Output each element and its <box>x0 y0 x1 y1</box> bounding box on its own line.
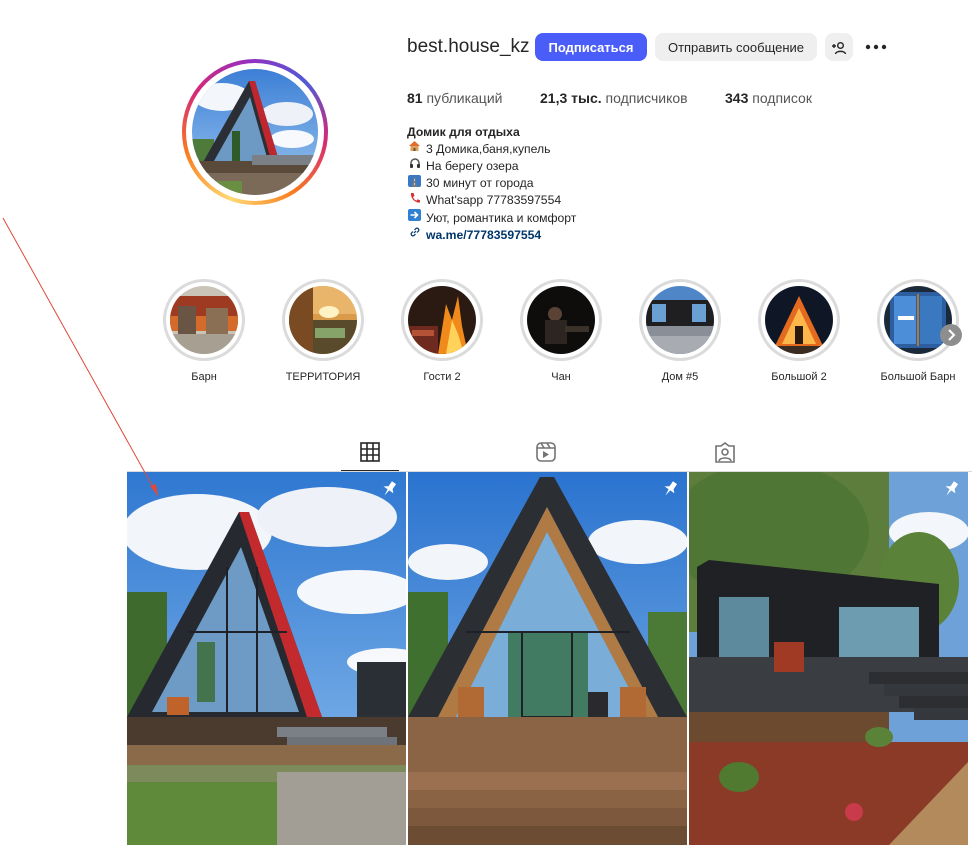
highlight-ring-inner <box>523 282 599 358</box>
phone-icon <box>407 192 422 209</box>
avatar-border <box>186 63 324 201</box>
follow-button[interactable]: Подписаться <box>535 33 647 61</box>
pin-icon <box>383 481 397 496</box>
headphones-icon <box>407 157 422 174</box>
pin-icon <box>664 481 678 496</box>
highlight-ring-inner <box>880 282 956 358</box>
highlight-ring <box>877 279 959 361</box>
profile-username: best.house_kz <box>407 36 530 57</box>
tagged-icon <box>715 442 735 463</box>
avatar-image <box>192 69 318 195</box>
highlight-ring <box>282 279 364 361</box>
highlight-label: Барн <box>191 371 217 383</box>
highlight-item[interactable]: Гости 2 <box>400 279 484 383</box>
highlight-thumbnail <box>408 286 476 354</box>
bio-line-text: Уют, романтика и комфорт <box>426 210 577 225</box>
post-image <box>127 472 406 845</box>
bio-line-text: 3 Домика,баня,купель <box>426 141 551 156</box>
highlight-ring-inner <box>642 282 718 358</box>
grid-icon <box>360 442 380 462</box>
highlight-label: ТЕРРИТОРИЯ <box>285 371 361 383</box>
suggest-accounts-button[interactable] <box>825 33 853 61</box>
post-tile[interactable] <box>408 472 687 845</box>
highlight-label: Дом #5 <box>661 371 699 383</box>
tab-tagged[interactable] <box>697 440 753 470</box>
highlight-label: Большой 2 <box>771 371 827 383</box>
bio-line-text: На берегу озера <box>426 158 519 173</box>
posts-count-label: публикаций <box>426 90 503 106</box>
highlight-ring <box>520 279 602 361</box>
bio-line: 30 минут от города <box>407 174 576 192</box>
highlight-ring-inner <box>166 282 242 358</box>
highlight-label: Гости 2 <box>423 371 461 383</box>
highlight-ring <box>758 279 840 361</box>
posts-count: 81 публикаций <box>407 90 502 106</box>
highway-icon <box>407 174 422 192</box>
highlight-item[interactable]: Дом #5 <box>638 279 722 383</box>
highlight-ring <box>639 279 721 361</box>
tab-reels[interactable] <box>518 440 574 470</box>
reels-icon <box>536 442 556 462</box>
highlight-item[interactable]: Большой 2 <box>757 279 841 383</box>
active-tab-indicator <box>341 470 399 471</box>
following-count[interactable]: 343 подписок <box>725 90 812 106</box>
bio-line: Уют, романтика и комфорт <box>407 209 576 226</box>
pin-icon <box>945 481 959 496</box>
followers-count-label: подписчиков <box>605 90 688 106</box>
highlight-item[interactable]: Барн <box>162 279 246 383</box>
bio-name: Домик для отдыха <box>407 125 520 139</box>
highlight-ring <box>163 279 245 361</box>
followers-count[interactable]: 21,3 тыс. подписчиков <box>540 90 688 106</box>
send-message-button[interactable]: Отправить сообщение <box>655 33 817 61</box>
highlight-ring-inner <box>761 282 837 358</box>
highlight-thumbnail <box>527 286 595 354</box>
post-image <box>408 472 687 845</box>
bio-line-text: 30 минут от города <box>426 176 534 191</box>
posts-count-value: 81 <box>407 90 423 106</box>
highlight-item[interactable]: ТЕРРИТОРИЯ <box>281 279 365 383</box>
bio-line: 3 Домика,баня,купель <box>407 140 576 157</box>
arrow-right-icon <box>407 209 422 226</box>
followers-count-value: 21,3 тыс. <box>540 90 602 106</box>
highlight-thumbnail <box>289 286 357 354</box>
highlight-ring-inner <box>285 282 361 358</box>
more-dots-icon <box>865 44 887 50</box>
highlight-label: Большой Барн <box>880 371 956 383</box>
profile-avatar[interactable] <box>182 59 328 205</box>
bio-line: What'sapp 77783597554 <box>407 192 576 209</box>
highlights-next-button[interactable] <box>940 324 962 346</box>
bio-line-text: What'sapp 77783597554 <box>426 193 562 208</box>
bio-link[interactable]: wa.me/77783597554 <box>426 227 541 243</box>
link-icon <box>407 226 422 243</box>
bio-line: На берегу озера <box>407 157 576 174</box>
house-icon <box>407 140 422 157</box>
highlight-ring <box>401 279 483 361</box>
bio-link-row[interactable]: wa.me/77783597554 <box>407 226 576 243</box>
highlight-thumbnail <box>170 286 238 354</box>
profile-bio: Домик для отдыха 3 Домика,баня,купель На… <box>407 124 576 243</box>
post-image <box>689 472 968 845</box>
following-count-label: подписок <box>752 90 812 106</box>
tab-posts[interactable] <box>342 440 398 470</box>
post-tile[interactable] <box>689 472 968 845</box>
highlight-thumbnail <box>765 286 833 354</box>
highlight-item[interactable]: Чан <box>519 279 603 383</box>
chevron-right-icon <box>948 329 956 341</box>
highlight-thumbnail <box>646 286 714 354</box>
more-options-button[interactable] <box>864 35 888 59</box>
highlight-ring-inner <box>404 282 480 358</box>
person-plus-icon <box>832 41 847 54</box>
post-tile[interactable] <box>127 472 406 845</box>
following-count-value: 343 <box>725 90 749 106</box>
highlight-label: Чан <box>551 371 571 383</box>
